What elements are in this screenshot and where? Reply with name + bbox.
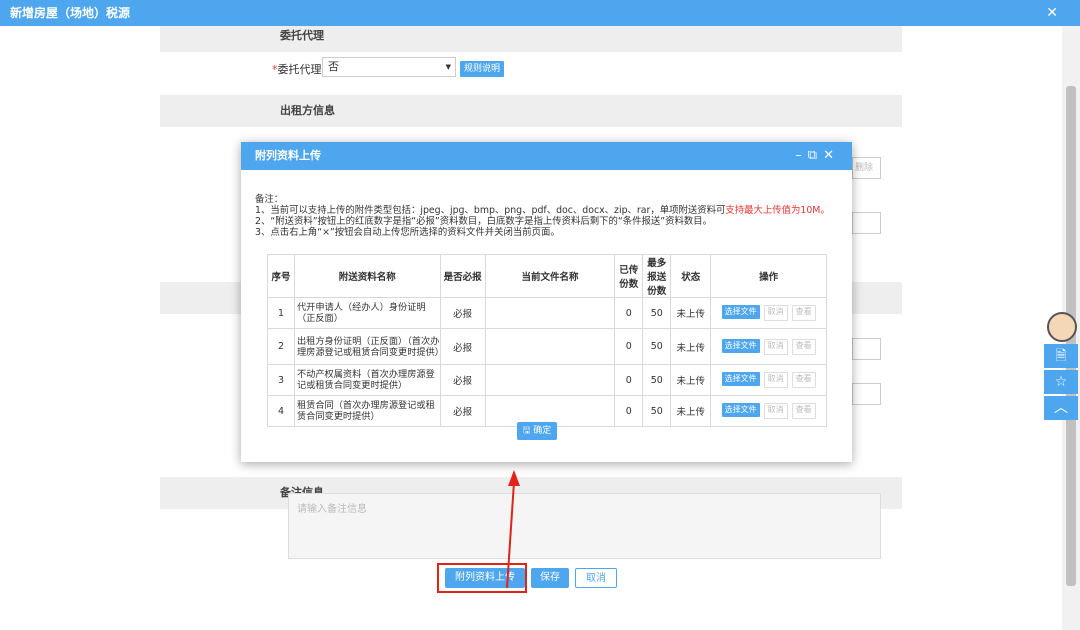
row-ops: 选择文件 取消 查看 (710, 328, 827, 365)
row-status: 未上传 (670, 364, 712, 396)
row-no: 1 (267, 297, 295, 329)
row-ops: 选择文件 取消 查看 (710, 395, 827, 427)
row-name: 租赁合同（首次办理房源登记或租赁合同变更时提供） (293, 395, 441, 427)
row-required: 必报 (439, 395, 486, 427)
floating-assistant: 🗎 ☆ ︿ (1044, 312, 1080, 420)
row-no: 4 (267, 395, 295, 427)
maximize-icon[interactable]: ⧉ (808, 148, 823, 163)
view-file-button[interactable]: 查看 (791, 338, 816, 355)
row-ops: 选择文件 取消 查看 (710, 364, 827, 396)
notes-line-1-text: 1、当前可以支持上传的附件类型包括：jpeg、jpg、bmp、png、pdf、d… (255, 205, 726, 216)
document-icon[interactable]: 🗎 (1044, 344, 1078, 368)
notes-line-3: 3、点击右上角“×”按钮会自动上传您所选择的资料文件并关闭当前页面。 (255, 227, 560, 238)
view-file-button[interactable]: 查看 (791, 305, 816, 321)
row-uploaded: 0 (614, 328, 644, 365)
row-max: 50 (642, 297, 672, 329)
row-uploaded: 0 (614, 297, 644, 329)
col-header: 是否必报 (439, 254, 486, 298)
row-max: 50 (642, 364, 672, 396)
assistant-avatar[interactable] (1047, 312, 1077, 342)
minimize-icon[interactable]: – (795, 148, 808, 163)
row-status: 未上传 (670, 395, 712, 427)
table-row: 2 出租方身份证明（正反面）（首次办理房源登记或租赁合同变更时提供） 必报 0 … (267, 328, 827, 365)
dialog-controls: –⧉✕ (795, 142, 840, 170)
cancel-file-button[interactable]: 取消 (763, 305, 788, 321)
col-header: 序号 (267, 254, 295, 298)
table-row: 1 代开申请人（经办人）身份证明（正反面） 必报 0 50 未上传 选择文件 取消… (267, 297, 827, 329)
attachments-table: 序号 附送资料名称 是否必报 当前文件名称 已传份数 最多报送份数 状态 操作 … (267, 254, 827, 427)
row-no: 3 (267, 364, 295, 396)
dialog-title: 附列资料上传 (255, 149, 321, 162)
col-header: 状态 (670, 254, 712, 298)
row-required: 必报 (439, 297, 486, 329)
row-name: 不动产权属资料（首次办理房源登记或租赁合同变更时提供） (293, 364, 441, 396)
col-header: 操作 (710, 254, 827, 298)
select-file-button[interactable]: 选择文件 (721, 372, 760, 386)
confirm-button[interactable]: 🖫 确定 (517, 422, 557, 440)
select-file-button[interactable]: 选择文件 (721, 338, 760, 353)
cancel-file-button[interactable]: 取消 (763, 372, 788, 388)
dialog-notes: 备注： 1、当前可以支持上传的附件类型包括：jpeg、jpg、bmp、png、p… (255, 194, 845, 238)
notes-line-2: 2、“附送资料”按钮上的红底数字是指“必报”资料数目，白底数字是指上传资料后剩下… (255, 216, 712, 227)
table-row: 3 不动产权属资料（首次办理房源登记或租赁合同变更时提供） 必报 0 50 未上… (267, 364, 827, 396)
row-required: 必报 (439, 328, 486, 365)
row-name: 出租方身份证明（正反面）（首次办理房源登记或租赁合同变更时提供） (293, 328, 444, 365)
col-header: 已传份数 (614, 254, 644, 298)
close-icon[interactable]: ✕ (823, 148, 840, 163)
select-file-button[interactable]: 选择文件 (721, 403, 760, 417)
dialog-header: 附列资料上传 –⧉✕ (241, 142, 852, 170)
row-ops: 选择文件 取消 查看 (710, 297, 827, 329)
view-file-button[interactable]: 查看 (791, 372, 816, 388)
row-file (484, 297, 616, 329)
notes-heading: 备注： (255, 194, 284, 205)
table-header-row: 序号 附送资料名称 是否必报 当前文件名称 已传份数 最多报送份数 状态 操作 (267, 254, 827, 298)
star-icon[interactable]: ☆ (1044, 370, 1078, 394)
chevron-up-icon[interactable]: ︿ (1044, 396, 1078, 420)
row-max: 50 (642, 395, 672, 427)
row-file (484, 364, 616, 396)
col-header: 当前文件名称 (484, 254, 616, 298)
row-uploaded: 0 (614, 395, 644, 427)
save-icon: 🖫 (522, 426, 531, 436)
notes-line-1-red: 支持最大上传值为10M。 (725, 205, 830, 216)
row-max: 50 (642, 328, 672, 365)
upload-dialog: 附列资料上传 –⧉✕ 备注： 1、当前可以支持上传的附件类型包括：jpeg、jp… (241, 142, 852, 462)
cancel-file-button[interactable]: 取消 (763, 338, 788, 355)
select-file-button[interactable]: 选择文件 (721, 305, 760, 319)
row-name: 代开申请人（经办人）身份证明（正反面） (293, 297, 441, 329)
col-header: 附送资料名称 (293, 254, 441, 298)
row-file (484, 328, 616, 365)
view-file-button[interactable]: 查看 (791, 403, 816, 419)
confirm-label: 确定 (533, 426, 552, 436)
row-status: 未上传 (670, 328, 712, 365)
row-required: 必报 (439, 364, 486, 396)
row-uploaded: 0 (614, 364, 644, 396)
row-no: 2 (267, 328, 295, 365)
notes-line-1: 1、当前可以支持上传的附件类型包括：jpeg、jpg、bmp、png、pdf、d… (255, 205, 845, 216)
row-status: 未上传 (670, 297, 712, 329)
col-header: 最多报送份数 (642, 254, 672, 298)
cancel-file-button[interactable]: 取消 (763, 403, 788, 419)
